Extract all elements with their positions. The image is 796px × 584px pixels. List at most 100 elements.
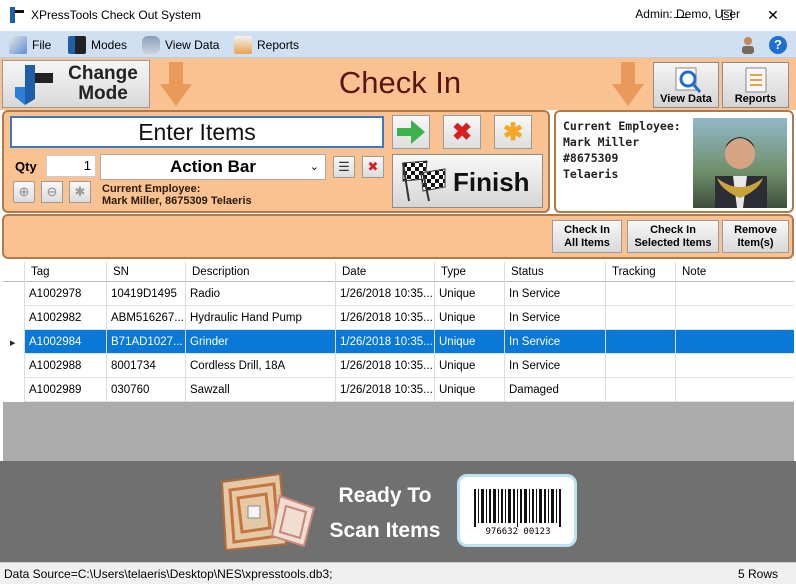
check-in-all-button[interactable]: Check In All Items	[552, 220, 622, 253]
reports-button[interactable]: Reports	[722, 62, 789, 108]
remove-items-button[interactable]: Remove Item(s)	[722, 220, 789, 253]
table-cell[interactable]: 1/26/2018 10:35...	[336, 306, 435, 330]
qty-wildcard-button[interactable]: ✱	[69, 181, 91, 203]
row-header[interactable]	[3, 306, 25, 330]
table-cell[interactable]	[676, 330, 794, 354]
table-cell[interactable]: In Service	[505, 330, 606, 354]
table-cell[interactable]: Damaged	[505, 378, 606, 402]
table-cell[interactable]: Hydraulic Hand Pump	[186, 306, 336, 330]
enter-items-input[interactable]: Enter Items	[10, 116, 384, 148]
column-status[interactable]: Status	[505, 262, 606, 282]
table-cell[interactable]: In Service	[505, 306, 606, 330]
row-header[interactable]	[3, 378, 25, 402]
table-cell[interactable]: A1002988	[25, 354, 107, 378]
ready-line-2: Scan Items	[329, 519, 441, 542]
column-tag[interactable]: Tag	[25, 262, 107, 282]
table-cell[interactable]: Cordless Drill, 18A	[186, 354, 336, 378]
table-cell[interactable]	[676, 282, 794, 306]
table-cell[interactable]: Unique	[435, 282, 505, 306]
menu-file[interactable]: File	[9, 31, 51, 58]
table-cell[interactable]	[606, 378, 676, 402]
employee-photo	[693, 118, 787, 208]
menu-reports[interactable]: Reports	[234, 31, 299, 58]
table-cell[interactable]	[676, 354, 794, 378]
table-row[interactable]: A1002989 030760 Sawzall 1/26/2018 10:35... U…	[3, 378, 794, 402]
table-cell[interactable]	[676, 306, 794, 330]
table-cell[interactable]	[606, 282, 676, 306]
row-header[interactable]: ▶	[3, 330, 25, 354]
table-cell[interactable]	[606, 306, 676, 330]
table-cell[interactable]: A1002984	[25, 330, 107, 354]
column-tracking[interactable]: Tracking	[606, 262, 676, 282]
employee-details: Current Employee: Mark Miller #8675309 T…	[563, 118, 681, 182]
list-icon: ☰	[338, 159, 350, 174]
table-cell[interactable]: A1002989	[25, 378, 107, 402]
employee-heading: Current Employee:	[563, 119, 681, 133]
table-cell[interactable]: 8001734	[107, 354, 186, 378]
table-header: Tag SN Description Date Type Status Trac…	[3, 262, 794, 282]
table-cell[interactable]: Unique	[435, 330, 505, 354]
table-cell[interactable]: ABM516267...	[107, 306, 186, 330]
table-row[interactable]: A1002982 ABM516267... Hydraulic Hand Pump 1…	[3, 306, 794, 330]
table-row[interactable]: A1002988 8001734 Cordless Drill, 18A 1/26/2…	[3, 354, 794, 378]
table-cell[interactable]: 10419D1495	[107, 282, 186, 306]
remove-label-1: Remove	[734, 223, 777, 236]
column-description[interactable]: Description	[186, 262, 336, 282]
row-header[interactable]	[3, 354, 25, 378]
table-row[interactable]: ▶ A1002984 B71AD1027... Grinder 1/26/2018 10…	[3, 330, 794, 354]
modes-icon	[68, 35, 86, 54]
decrement-button[interactable]: ⊖	[41, 181, 63, 203]
column-note[interactable]: Note	[676, 262, 794, 282]
change-mode-button[interactable]: Change Mode	[2, 60, 150, 108]
table-cell[interactable]: In Service	[505, 354, 606, 378]
admin-user-label: Admin: Demo, User	[635, 7, 740, 21]
table-cell[interactable]: In Service	[505, 282, 606, 306]
column-date[interactable]: Date	[336, 262, 435, 282]
table-cell[interactable]	[606, 354, 676, 378]
finish-button[interactable]: Finish	[392, 154, 543, 208]
wildcard-button[interactable]: ✱	[494, 115, 532, 149]
barcode-number: 976632 00123	[485, 527, 551, 537]
help-icon[interactable]: ?	[769, 36, 787, 54]
table-cell[interactable]: Unique	[435, 306, 505, 330]
list-button[interactable]: ☰	[333, 156, 355, 178]
clear-entry-button[interactable]: ✖	[443, 115, 481, 149]
menu-view-data-label: View Data	[165, 37, 220, 52]
items-table[interactable]: Tag SN Description Date Type Status Trac…	[3, 262, 794, 461]
table-cell[interactable]: 1/26/2018 10:35...	[336, 378, 435, 402]
menu-file-label: File	[32, 37, 52, 52]
view-data-button[interactable]: View Data	[653, 62, 719, 108]
table-cell[interactable]: Radio	[186, 282, 336, 306]
table-cell[interactable]: Sawzall	[186, 378, 336, 402]
red-x-icon: ✖	[451, 118, 473, 146]
column-type[interactable]: Type	[435, 262, 505, 282]
table-cell[interactable]: 1/26/2018 10:35...	[336, 354, 435, 378]
table-cell[interactable]	[676, 378, 794, 402]
table-cell[interactable]: 1/26/2018 10:35...	[336, 330, 435, 354]
ready-to-scan-message: Ready To Scan Items	[325, 478, 445, 548]
table-cell[interactable]	[606, 330, 676, 354]
table-cell[interactable]: 030760	[107, 378, 186, 402]
increment-button[interactable]: ⊕	[13, 181, 35, 203]
column-sn[interactable]: SN	[107, 262, 186, 282]
employee-id: #8675309	[563, 151, 619, 165]
clear-action-button[interactable]: ✖	[362, 156, 384, 178]
qty-input[interactable]: 1	[46, 155, 96, 177]
confirm-arrow-button[interactable]	[392, 115, 430, 149]
check-in-selected-button[interactable]: Check In Selected Items	[627, 220, 719, 253]
action-bar-select[interactable]: Action Bar ⌄	[100, 154, 326, 180]
row-header[interactable]	[3, 282, 25, 306]
table-cell[interactable]: A1002978	[25, 282, 107, 306]
current-employee-info: Current Employee: Mark Miller, 8675309 T…	[102, 183, 252, 207]
table-row[interactable]: A1002978 10419D1495 Radio 1/26/2018 10:35..…	[3, 282, 794, 306]
menu-modes[interactable]: Modes	[68, 31, 127, 58]
table-cell[interactable]: A1002982	[25, 306, 107, 330]
table-cell[interactable]: Unique	[435, 378, 505, 402]
table-cell[interactable]: Grinder	[186, 330, 336, 354]
table-cell[interactable]: 1/26/2018 10:35...	[336, 282, 435, 306]
menu-view-data[interactable]: View Data	[142, 31, 219, 58]
close-button[interactable]: ✕	[750, 0, 796, 31]
status-bar: Data Source=C:\Users\telaeris\Desktop\NE…	[0, 562, 796, 584]
table-cell[interactable]: B71AD1027...	[107, 330, 186, 354]
table-cell[interactable]: Unique	[435, 354, 505, 378]
